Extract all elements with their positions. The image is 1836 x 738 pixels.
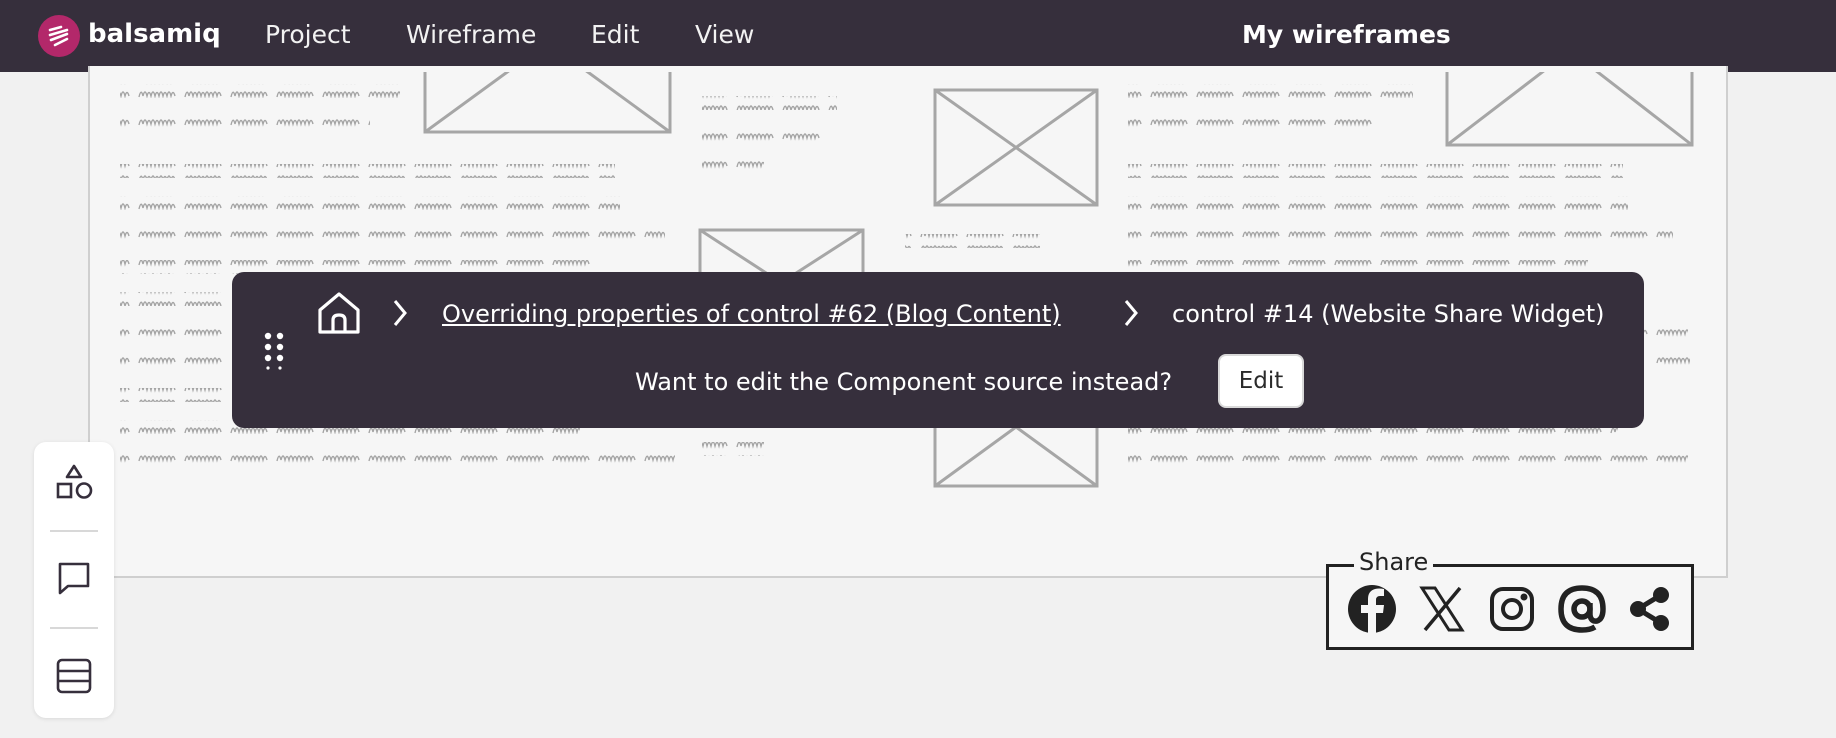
shapes-icon[interactable] <box>54 462 94 502</box>
layers-icon[interactable] <box>54 656 94 696</box>
breadcrumb-parent-link[interactable]: Overriding properties of control #62 (Bl… <box>442 300 1061 328</box>
drag-handle-icon[interactable] <box>264 332 286 370</box>
facebook-icon[interactable] <box>1348 585 1396 633</box>
x-icon[interactable] <box>1419 586 1465 632</box>
balsamiq-logo-icon[interactable] <box>38 15 80 57</box>
chevron-right-icon <box>1124 300 1138 326</box>
breadcrumb-current: control #14 (Website Share Widget) <box>1172 300 1605 328</box>
instagram-icon[interactable] <box>1490 587 1534 631</box>
toolbar-separator <box>50 530 98 532</box>
menu-wireframe[interactable]: Wireframe <box>406 20 536 49</box>
project-title[interactable]: My wireframes <box>1242 20 1451 49</box>
chevron-right-icon <box>393 300 407 326</box>
left-toolbar <box>34 442 114 718</box>
share-widget[interactable] <box>1326 564 1694 650</box>
home-icon[interactable] <box>316 290 362 336</box>
menu-project[interactable]: Project <box>265 20 351 49</box>
share-widget-label: Share <box>1354 548 1434 576</box>
component-override-bar: Overriding properties of control #62 (Bl… <box>232 272 1644 428</box>
brand-name: balsamiq <box>88 19 221 49</box>
edit-source-prompt: Want to edit the Component source instea… <box>635 368 1173 396</box>
menu-edit[interactable]: Edit <box>591 20 639 49</box>
comment-icon[interactable] <box>54 558 94 598</box>
at-icon[interactable] <box>1558 585 1606 633</box>
menu-view[interactable]: View <box>695 20 754 49</box>
toolbar-separator <box>50 627 98 629</box>
top-bar: balsamiq Project Wireframe Edit View My … <box>0 0 1836 72</box>
share-icon[interactable] <box>1630 587 1669 631</box>
edit-source-button[interactable]: Edit <box>1218 354 1304 408</box>
